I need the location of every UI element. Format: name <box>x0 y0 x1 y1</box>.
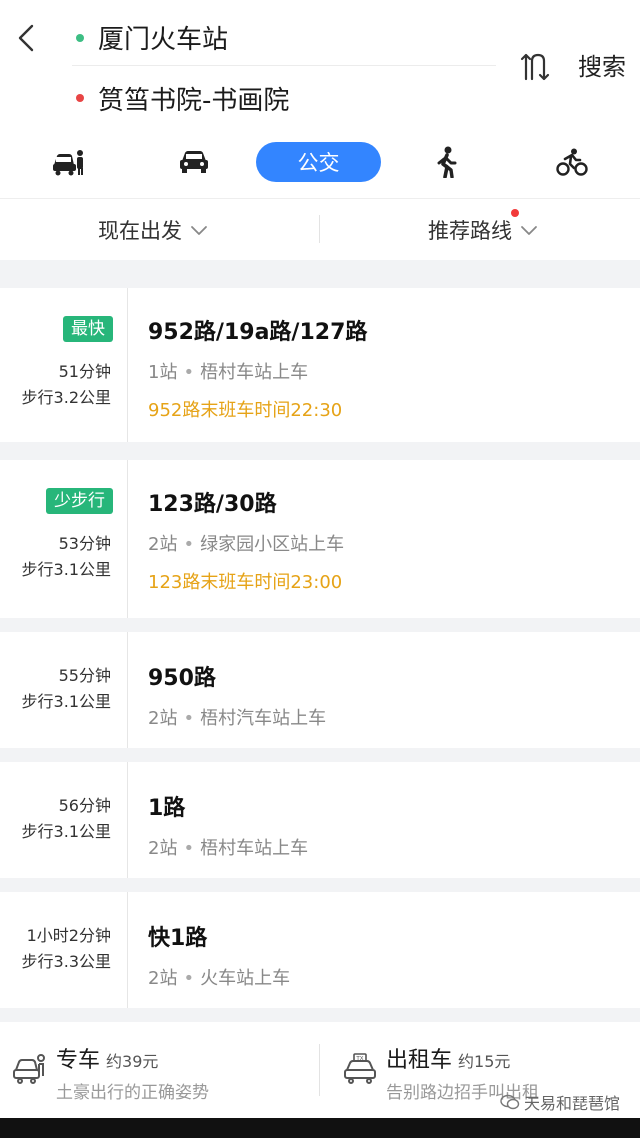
destination-field[interactable]: 筼筜书院-书画院 <box>72 70 496 126</box>
notification-dot <box>511 209 519 217</box>
route-walk-distance: 步行3.1公里 <box>21 692 111 711</box>
taxi-label: 出租车 <box>386 1048 453 1073</box>
origin-text: 厦门火车站 <box>98 25 229 55</box>
stop-count: 2站 <box>148 708 178 729</box>
route-preference-label: 推荐路线 <box>428 219 512 243</box>
tab-bus[interactable]: 公交 <box>256 142 381 182</box>
walking-icon <box>437 146 457 178</box>
route-duration: 53分钟 <box>58 534 111 553</box>
private-car-label: 专车 <box>56 1048 101 1073</box>
destination-text: 筼筜书院-书画院 <box>98 85 290 116</box>
car-icon <box>180 151 208 173</box>
route-detail: 2站 • 火车站上车 <box>148 964 290 990</box>
filter-bar: 现在出发 推荐路线 <box>0 198 640 260</box>
route-walk-distance: 步行3.1公里 <box>21 822 111 841</box>
back-button[interactable] <box>8 20 44 56</box>
private-car-price: 约39元 <box>106 1052 159 1071</box>
search-button[interactable]: 搜索 <box>578 50 626 84</box>
route-lines: 952路/19a路/127路 <box>148 320 368 345</box>
boarding-stop: 梧村车站上车 <box>200 838 309 859</box>
route-lines: 快1路 <box>148 926 208 951</box>
taxi-icon: TX <box>344 1053 376 1084</box>
route-header: 厦门火车站 筼筜书院-书画院 搜索 公交 <box>0 0 640 198</box>
separator-dot: • <box>183 708 195 729</box>
separator-dot: • <box>183 362 195 383</box>
route-option[interactable]: 少步行 53分钟 步行3.1公里 123路/30路 2站 • 绿家园小区站上车 12… <box>0 460 640 618</box>
stop-count: 2站 <box>148 534 178 555</box>
private-car-title: 专车 约39元 <box>56 1042 158 1074</box>
route-option[interactable]: 最快 51分钟 步行3.2公里 952路/19a路/127路 1站 • 梧村车站上车… <box>0 288 640 442</box>
watermark-text: 天易和琵琶馆 <box>524 1094 621 1113</box>
tab-bike[interactable] <box>544 142 600 182</box>
private-car-icon <box>13 1054 45 1084</box>
route-summary: 最快 51分钟 步行3.2公里 <box>0 288 128 442</box>
route-summary: 1小时2分钟 步行3.3公里 <box>0 892 128 1008</box>
origin-field[interactable]: 厦门火车站 <box>72 10 496 66</box>
separator-dot: • <box>183 968 195 989</box>
private-car-subtitle: 土豪出行的正确姿势 <box>56 1083 209 1103</box>
last-bus-time: 123路末班车时间23:00 <box>148 572 343 593</box>
route-detail: 2站 • 梧村车站上车 <box>148 834 308 860</box>
route-duration: 1小时2分钟 <box>26 926 111 945</box>
bicycle-icon <box>556 148 588 176</box>
route-lines: 950路 <box>148 666 216 691</box>
watermark: 天易和琵琶馆 <box>500 1090 620 1114</box>
transport-mode-tabs: 公交 <box>0 140 640 186</box>
boarding-stop: 梧村汽车站上车 <box>200 708 327 729</box>
separator-dot: • <box>183 534 195 555</box>
route-summary: 55分钟 步行3.1公里 <box>0 632 128 748</box>
car-with-person-icon <box>53 150 83 176</box>
stop-count: 2站 <box>148 968 178 989</box>
route-detail: 1站 • 梧村车站上车 <box>148 358 308 384</box>
stop-count: 2站 <box>148 838 178 859</box>
route-duration: 55分钟 <box>58 666 111 685</box>
route-summary: 少步行 53分钟 步行3.1公里 <box>0 460 128 618</box>
private-car-option[interactable]: 专车 约39元 土豪出行的正确姿势 <box>0 1022 318 1118</box>
less-walking-badge: 少步行 <box>46 488 113 514</box>
boarding-stop: 梧村车站上车 <box>200 362 309 383</box>
route-detail: 2站 • 绿家园小区站上车 <box>148 530 344 556</box>
chevron-down-icon <box>191 226 207 235</box>
separator-dot: • <box>183 838 195 859</box>
route-duration: 56分钟 <box>58 796 111 815</box>
destination-dot <box>76 94 84 102</box>
route-preference-dropdown[interactable]: 推荐路线 <box>428 199 538 261</box>
tab-drive[interactable] <box>40 142 96 182</box>
taxi-price: 约15元 <box>458 1052 511 1071</box>
route-detail: 2站 • 梧村汽车站上车 <box>148 704 326 730</box>
depart-time-dropdown[interactable]: 现在出发 <box>98 199 208 261</box>
tab-car[interactable] <box>166 142 222 182</box>
boarding-stop: 绿家园小区站上车 <box>200 534 345 555</box>
route-walk-distance: 步行3.2公里 <box>21 388 111 407</box>
chevron-left-icon <box>18 24 34 52</box>
route-walk-distance: 步行3.1公里 <box>21 560 111 579</box>
route-summary: 56分钟 步行3.1公里 <box>0 762 128 878</box>
filter-divider <box>319 215 320 243</box>
route-option[interactable]: 55分钟 步行3.1公里 950路 2站 • 梧村汽车站上车 <box>0 632 640 748</box>
tab-walk[interactable] <box>418 142 474 182</box>
route-walk-distance: 步行3.3公里 <box>21 952 111 971</box>
boarding-stop: 火车站上车 <box>200 968 291 989</box>
route-lines: 1路 <box>148 796 186 821</box>
stop-count: 1站 <box>148 362 178 383</box>
last-bus-time: 952路末班车时间22:30 <box>148 400 343 421</box>
origin-dot <box>76 33 84 42</box>
route-option[interactable]: 1小时2分钟 步行3.3公里 快1路 2站 • 火车站上车 <box>0 892 640 1008</box>
taxi-title: 出租车 约15元 <box>386 1042 510 1074</box>
swap-icon <box>520 53 550 81</box>
swap-button[interactable] <box>518 50 552 84</box>
depart-time-label: 现在出发 <box>98 219 182 243</box>
wechat-icon <box>500 1094 520 1110</box>
fastest-badge: 最快 <box>63 316 113 342</box>
route-lines: 123路/30路 <box>148 492 277 517</box>
bottom-edge <box>0 1118 640 1138</box>
route-option[interactable]: 56分钟 步行3.1公里 1路 2站 • 梧村车站上车 <box>0 762 640 878</box>
route-duration: 51分钟 <box>58 362 111 381</box>
chevron-down-icon <box>521 226 537 235</box>
